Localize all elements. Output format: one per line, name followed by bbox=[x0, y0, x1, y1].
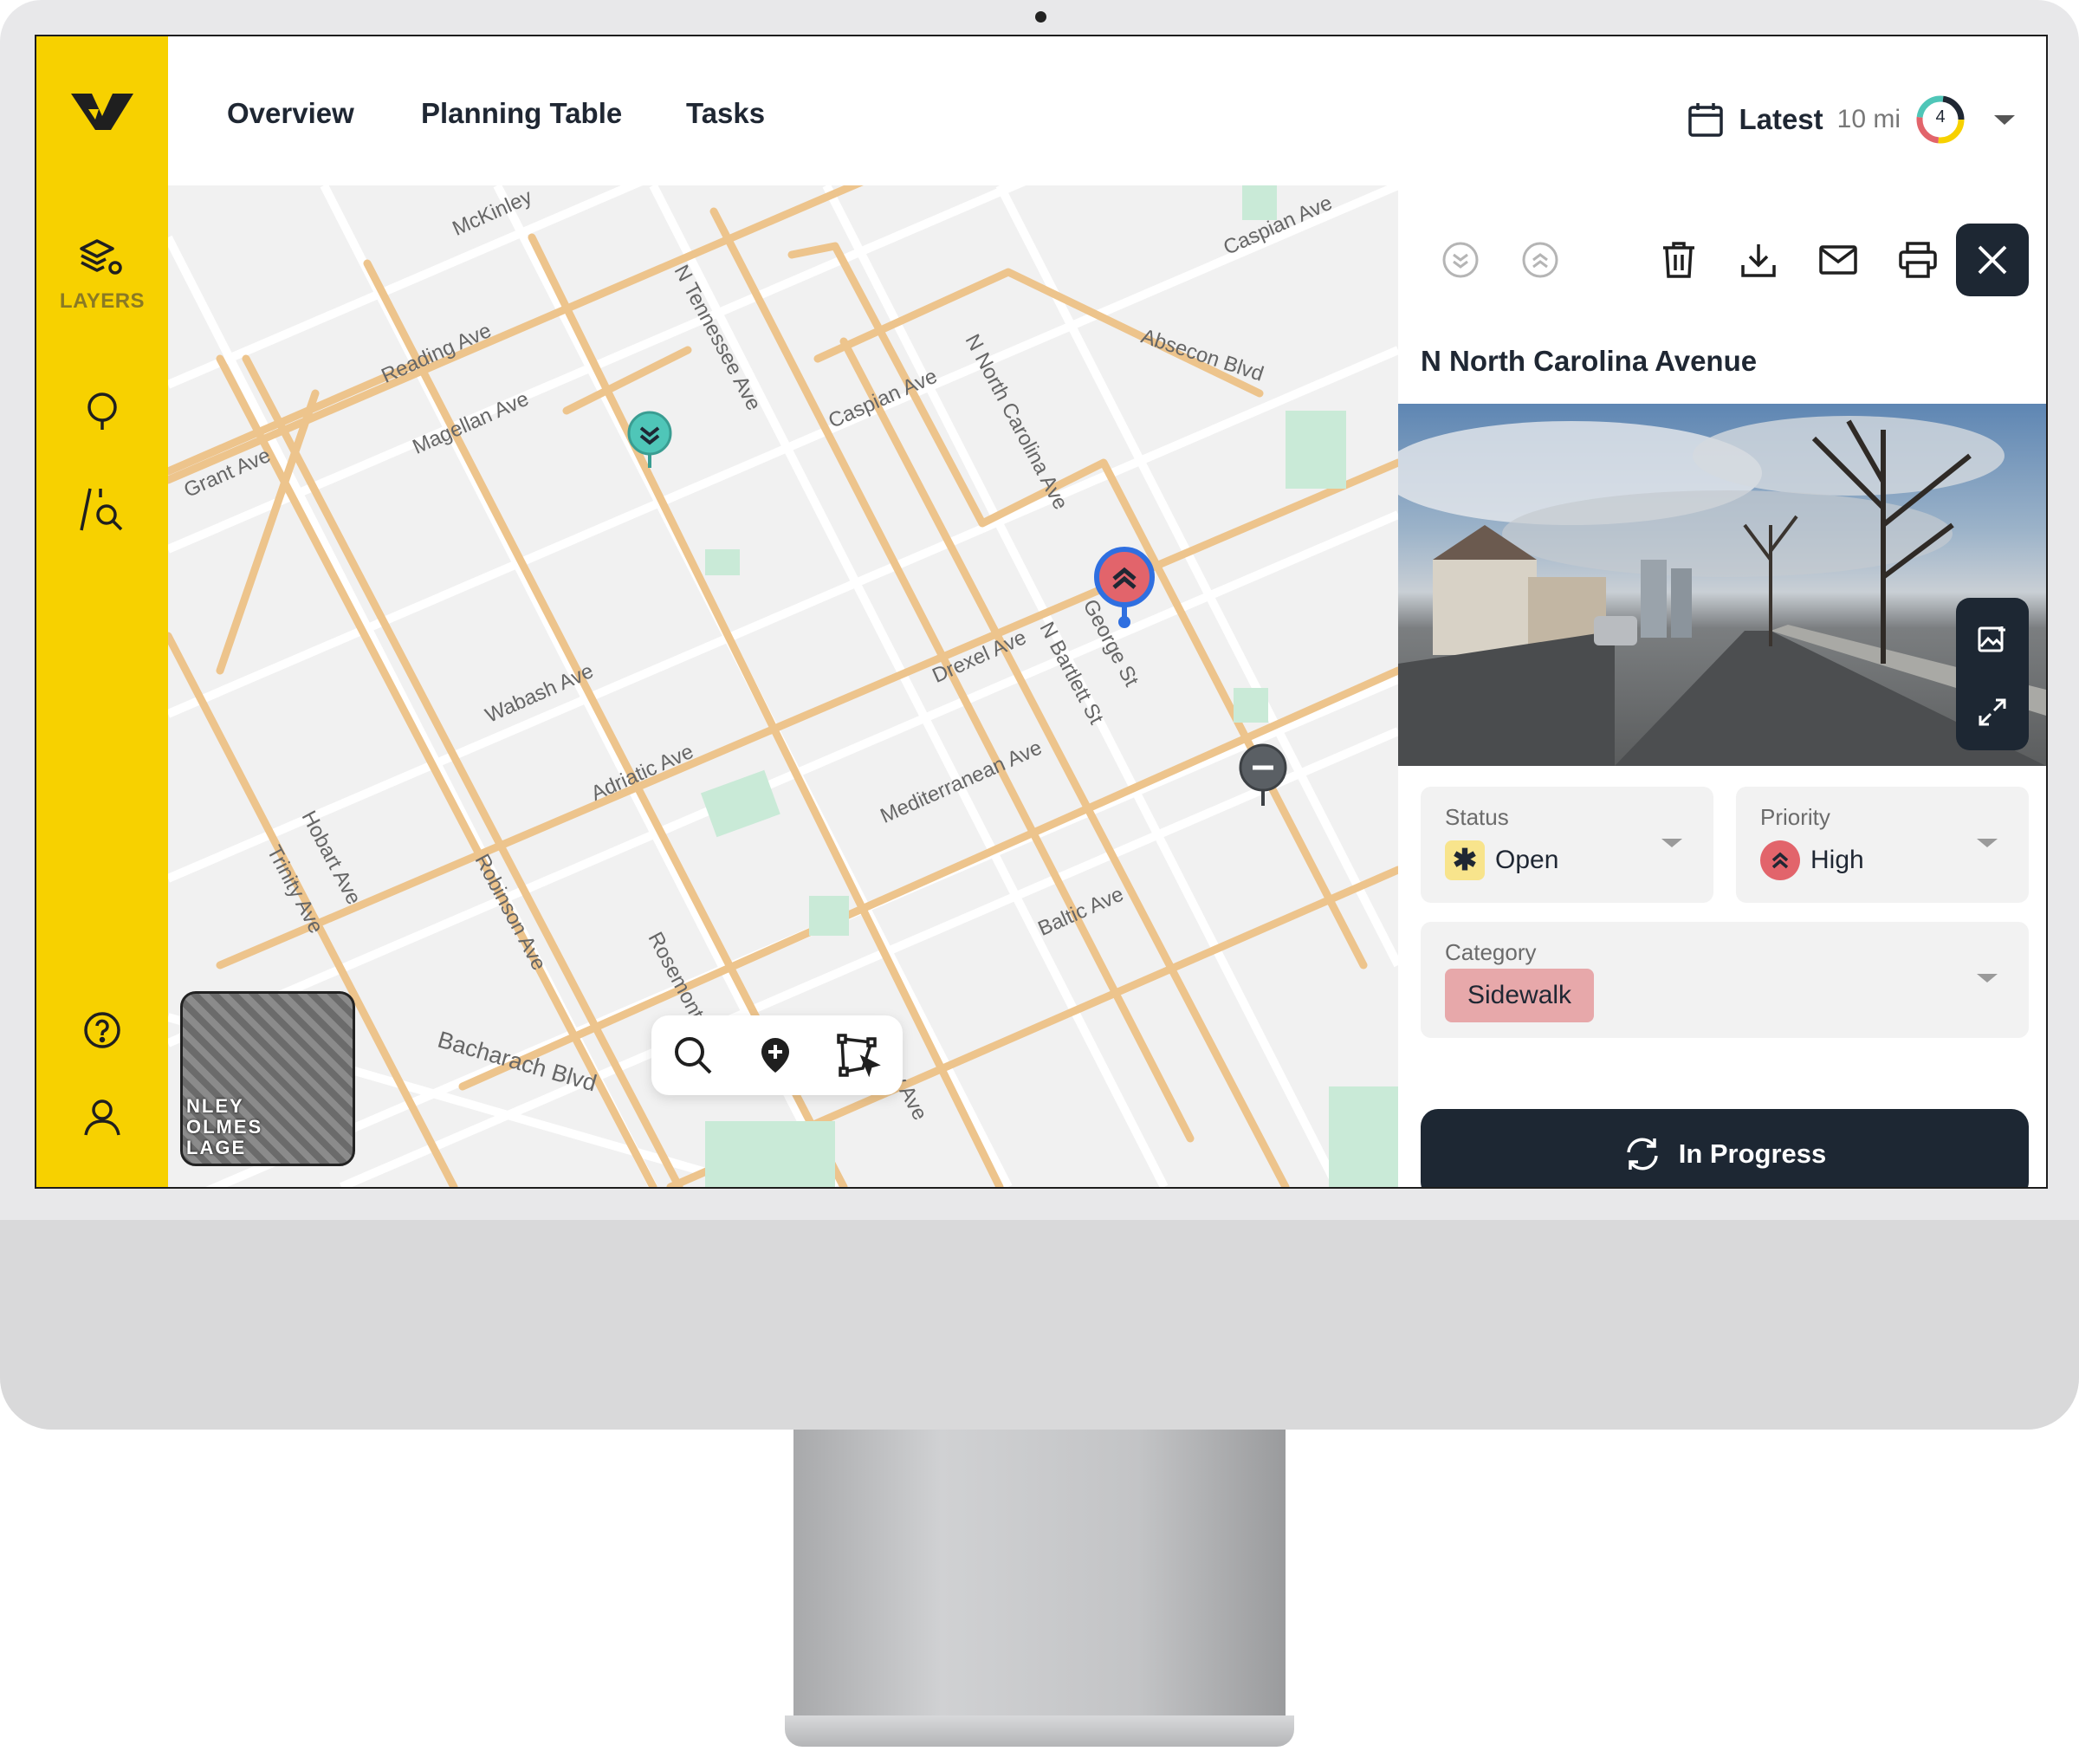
search-road-icon bbox=[80, 488, 123, 531]
marker-low-priority[interactable] bbox=[625, 411, 674, 476]
polygon-select-icon[interactable] bbox=[836, 1034, 882, 1077]
print-button[interactable] bbox=[1890, 232, 1946, 288]
trash-icon bbox=[1663, 242, 1694, 278]
raise-priority-button[interactable] bbox=[1512, 232, 1568, 288]
tab-tasks[interactable]: Tasks bbox=[686, 97, 765, 130]
monitor-chin bbox=[0, 1220, 2079, 1430]
category-dropdown[interactable]: Category Sidewalk bbox=[1421, 922, 2029, 1038]
in-progress-button[interactable]: In Progress bbox=[1421, 1109, 2029, 1187]
monitor-stand-foot bbox=[785, 1715, 1294, 1747]
low-priority-pin-icon bbox=[627, 411, 672, 468]
sidebar-item-inspect[interactable] bbox=[36, 485, 168, 534]
download-icon bbox=[1741, 244, 1776, 277]
app-screen: LAYERS Overview Planning Table Tasks Lat… bbox=[35, 35, 2048, 1189]
sidebar-item-layers[interactable]: LAYERS bbox=[36, 237, 168, 314]
status-dropdown[interactable]: Status ✱ Open bbox=[1421, 787, 1713, 903]
high-priority-icon bbox=[1760, 840, 1800, 880]
high-priority-pin-icon bbox=[1094, 547, 1155, 628]
help-icon bbox=[84, 1012, 120, 1048]
download-button[interactable] bbox=[1731, 232, 1786, 288]
map-pin-icon bbox=[87, 392, 117, 430]
map-view[interactable]: McKinley Reading Ave Magellan Ave Grant … bbox=[168, 185, 1398, 1187]
photo-controls bbox=[1956, 598, 2029, 750]
chevron-down-icon[interactable] bbox=[1994, 114, 2015, 125]
asterisk-icon: ✱ bbox=[1445, 840, 1485, 880]
marker-no-priority[interactable] bbox=[1237, 743, 1289, 814]
detail-panel: N North Carolina Avenue Status ✱ Open Pr… bbox=[1398, 185, 2046, 1187]
camera bbox=[1035, 11, 1046, 23]
monitor-stand bbox=[793, 1430, 1286, 1724]
marker-selected-high-priority[interactable] bbox=[1091, 546, 1157, 633]
status-label: Status bbox=[1445, 804, 1509, 830]
expand-icon[interactable] bbox=[1977, 697, 2008, 728]
priority-dropdown[interactable]: Priority High bbox=[1736, 787, 2029, 903]
category-label: Category bbox=[1445, 939, 1537, 965]
latest-label: Latest bbox=[1739, 103, 1823, 135]
close-button[interactable] bbox=[1956, 224, 2029, 296]
chevron-down-icon bbox=[1977, 839, 1998, 847]
panel-title: N North Carolina Avenue bbox=[1421, 345, 1758, 377]
search-icon[interactable] bbox=[672, 1034, 714, 1076]
printer-icon bbox=[1899, 242, 1937, 278]
sidebar-item-profile[interactable] bbox=[36, 1097, 168, 1137]
minimap-label: NLEY OLMES LAGE bbox=[186, 1095, 263, 1158]
street-view-image bbox=[1398, 416, 2046, 766]
satellite-minimap[interactable]: NLEY OLMES LAGE bbox=[180, 991, 355, 1166]
progress-ring: 4 bbox=[1914, 94, 1966, 146]
user-icon bbox=[84, 1099, 120, 1136]
calendar-icon bbox=[1688, 103, 1724, 137]
date-selector[interactable]: Latest 10 mi 4 bbox=[1687, 94, 2015, 146]
priority-label: Priority bbox=[1760, 804, 1830, 830]
email-button[interactable] bbox=[1810, 232, 1866, 288]
map-toolbar bbox=[651, 1015, 903, 1095]
neutral-pin-icon bbox=[1239, 743, 1287, 806]
sidebar-item-help[interactable] bbox=[36, 1010, 168, 1050]
logo-icon bbox=[71, 94, 133, 130]
ring-count: 4 bbox=[1935, 107, 1946, 126]
sidebar-item-markers[interactable] bbox=[36, 392, 168, 433]
close-icon bbox=[1978, 245, 2007, 275]
priority-value: High bbox=[1810, 846, 1864, 874]
action-label: In Progress bbox=[1678, 1138, 1827, 1169]
top-bar: Overview Planning Table Tasks Latest 10 … bbox=[168, 36, 2046, 185]
refresh-icon bbox=[1626, 1138, 1658, 1171]
chevron-down-icon bbox=[1977, 974, 1998, 983]
lower-priority-button[interactable] bbox=[1433, 232, 1488, 288]
sidebar: LAYERS bbox=[36, 36, 168, 1187]
distance-value: 10 mi bbox=[1836, 105, 1901, 133]
app-logo[interactable] bbox=[36, 90, 168, 133]
image-gallery-icon[interactable] bbox=[1977, 624, 2008, 655]
panel-toolbar bbox=[1398, 224, 2046, 298]
chevrons-down-circle-icon bbox=[1442, 242, 1479, 278]
add-pin-icon[interactable] bbox=[756, 1034, 794, 1076]
chevron-down-icon bbox=[1661, 839, 1682, 847]
tab-planning-table[interactable]: Planning Table bbox=[421, 97, 622, 130]
sidebar-layers-label: LAYERS bbox=[59, 289, 146, 313]
tab-overview[interactable]: Overview bbox=[227, 97, 354, 130]
layers-icon bbox=[80, 239, 122, 275]
category-chip: Sidewalk bbox=[1445, 969, 1595, 1022]
status-value: Open bbox=[1495, 846, 1559, 874]
mail-icon bbox=[1819, 245, 1857, 275]
delete-button[interactable] bbox=[1651, 232, 1707, 288]
chevrons-up-circle-icon bbox=[1522, 242, 1558, 278]
monitor-frame: LAYERS Overview Planning Table Tasks Lat… bbox=[0, 0, 2079, 1430]
street-photo[interactable] bbox=[1398, 404, 2046, 766]
